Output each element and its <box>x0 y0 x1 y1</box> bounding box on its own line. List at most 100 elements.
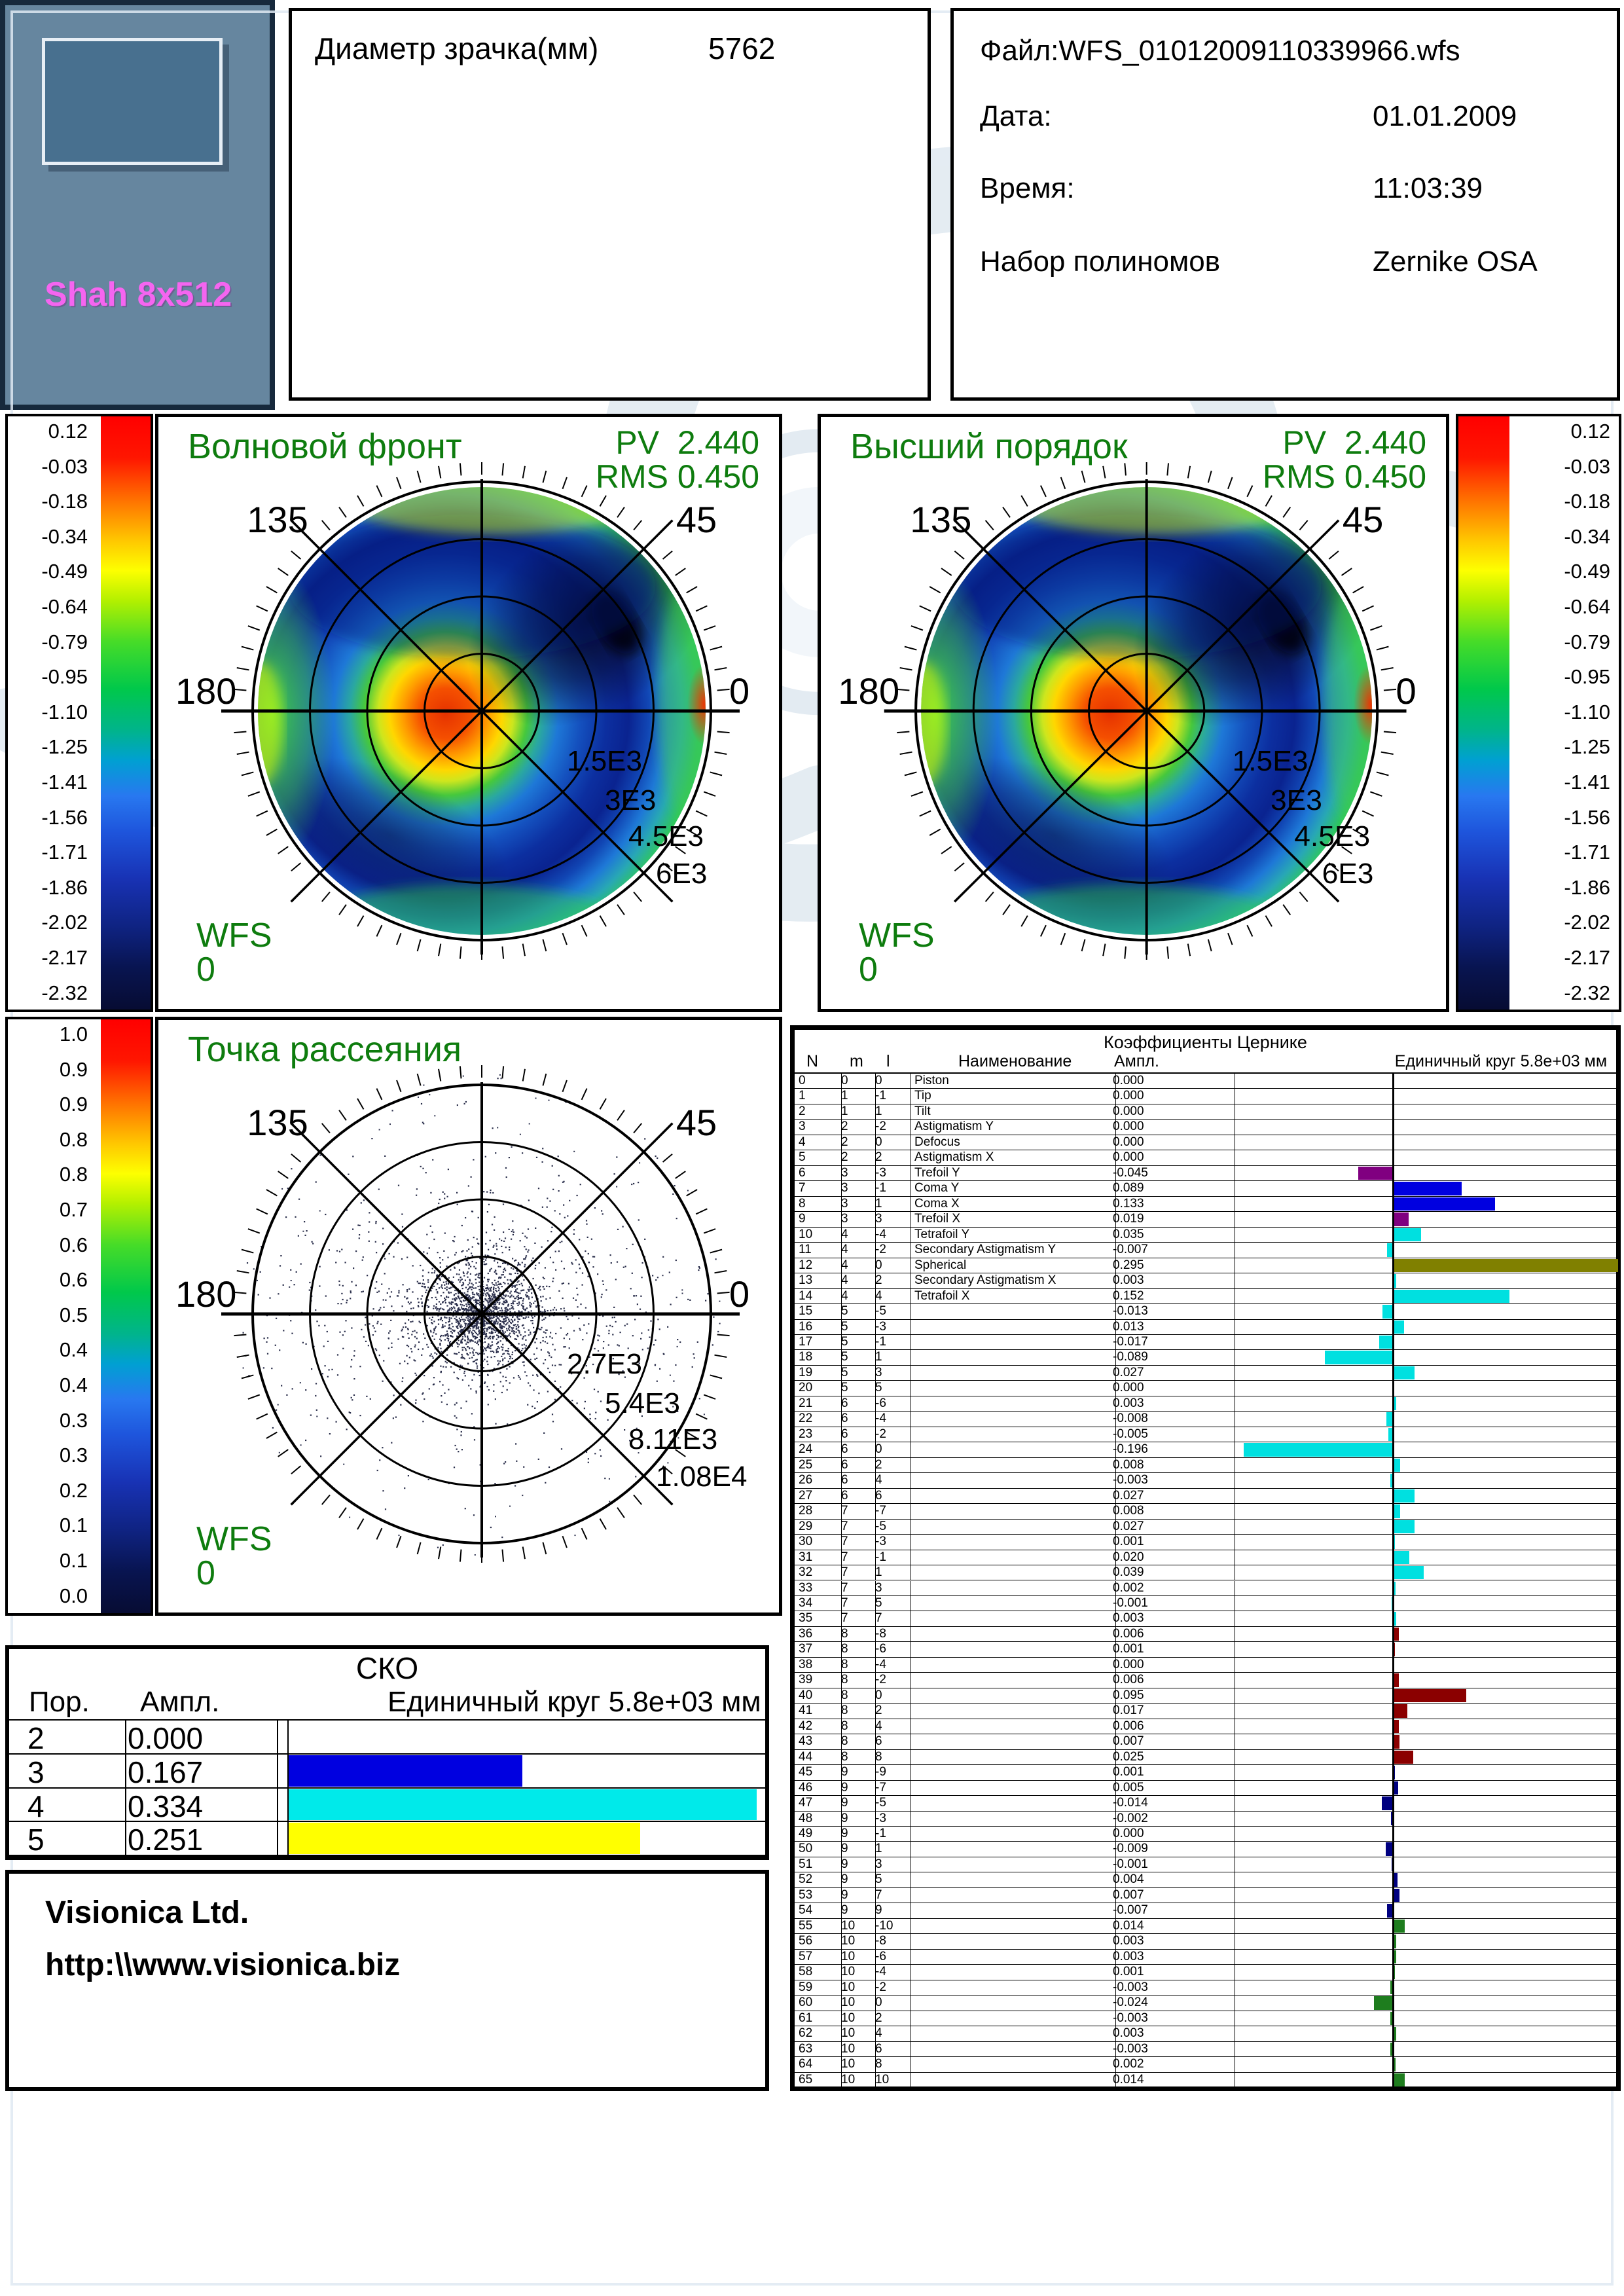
scatter-dot <box>520 1334 521 1336</box>
company-panel: Visionica Ltd. http:\\www.visionica.biz <box>5 1870 769 2091</box>
colorbar-tick-label: 0.1 <box>14 1514 88 1537</box>
scatter-dot <box>432 1268 433 1269</box>
zernike-cell-n: 3 <box>795 1120 842 1135</box>
scatter-dot <box>487 1357 488 1358</box>
colorbar-tick-label: -2.17 <box>14 947 88 969</box>
scatter-dot <box>371 1138 372 1139</box>
scatter-dot <box>431 1272 433 1273</box>
scatter-dot <box>490 1290 492 1292</box>
zernike-bar <box>1394 1889 1399 1902</box>
scatter-dot <box>441 1286 442 1288</box>
scatter-dot <box>496 1351 497 1353</box>
scatter-dot <box>492 1282 493 1283</box>
scatter-dot <box>452 1302 454 1303</box>
scatter-dot <box>458 1293 459 1294</box>
tick <box>1247 486 1252 497</box>
zernike-cell-n: 11 <box>795 1243 842 1258</box>
scatter-dot <box>550 1357 552 1358</box>
green-bottom-rim <box>312 884 619 963</box>
scatter-dot <box>612 1317 613 1318</box>
zernike-cell-n: 24 <box>795 1442 842 1457</box>
scatter-dot <box>420 1298 422 1300</box>
scatter-dot <box>536 1374 537 1376</box>
scatter-dot <box>529 1305 530 1306</box>
scatter-dot <box>579 1264 580 1265</box>
higher-order-plot-panel: 1354518001.5E33E34.5E36E3 Высший порядок… <box>818 414 1449 1012</box>
scatter-dot <box>677 1346 678 1347</box>
scatter-dot <box>457 1343 458 1345</box>
zernike-cell-l: 8 <box>871 2057 911 2072</box>
scatter-dot <box>449 1303 450 1304</box>
scatter-dot <box>281 1188 283 1190</box>
scatter-dot <box>432 1336 433 1337</box>
scatter-dot <box>447 1196 448 1197</box>
scatter-dot <box>503 1269 505 1270</box>
scatter-dot <box>402 1377 403 1379</box>
tick <box>1384 689 1396 691</box>
scatter-dot <box>473 1349 475 1351</box>
scatter-dot <box>485 1243 486 1245</box>
zernike-cell-l: -10 <box>871 1919 911 1934</box>
zernike-bar-cell <box>1392 1504 1616 1519</box>
scatter-dot <box>513 1268 514 1269</box>
scatter-dot <box>461 1317 462 1318</box>
scatter-dot <box>538 1459 539 1460</box>
scatter-dot <box>577 1294 578 1295</box>
zernike-cell-gap <box>1229 1903 1393 1918</box>
scatter-dot <box>382 1447 383 1448</box>
scatter-dot <box>348 1174 349 1175</box>
scatter-dot <box>408 1302 409 1303</box>
scatter-dot <box>655 1156 657 1157</box>
zernike-cell-ampl: 0.027 <box>1108 1520 1235 1535</box>
scatter-dot <box>532 1322 533 1324</box>
scatter-dot <box>485 1334 486 1335</box>
tick <box>562 1080 566 1092</box>
scatter-dot <box>528 1334 530 1336</box>
scatter-dot <box>380 1307 381 1308</box>
scatter-dot <box>552 1338 553 1339</box>
scatter-dot <box>615 1321 617 1322</box>
scatter-dot <box>497 1262 498 1264</box>
scatter-dot <box>477 1334 478 1336</box>
zernike-cell-m: 8 <box>837 1673 876 1688</box>
scatter-dot <box>460 1280 461 1281</box>
zernike-bar <box>1386 1412 1392 1425</box>
scatter-dot <box>380 1324 382 1325</box>
scatter-dot <box>483 1258 484 1260</box>
scatter-dot <box>351 1281 352 1283</box>
scatter-dot <box>536 1347 537 1349</box>
scatter-dot <box>490 1287 491 1288</box>
scatter-dot <box>496 1349 497 1351</box>
tick <box>1315 535 1324 543</box>
scatter-dot <box>588 1323 589 1324</box>
scatter-dot <box>497 1323 498 1324</box>
scatter-dot <box>463 1373 465 1374</box>
scatter-dot <box>473 1514 475 1516</box>
tick <box>376 925 382 936</box>
scatter-dot <box>446 1338 448 1339</box>
scatter-dot <box>477 1359 478 1360</box>
scatter-dot <box>511 1273 512 1275</box>
scatter-dot <box>698 1269 699 1271</box>
scatter-dot <box>517 1336 518 1337</box>
scatter-dot <box>523 1279 524 1281</box>
scatter-dot <box>549 1372 550 1373</box>
scatter-dot <box>468 1262 469 1264</box>
scatter-dot <box>359 1415 361 1416</box>
zernike-cell-name <box>907 1427 1116 1442</box>
scatter-dot <box>550 1257 551 1258</box>
zernike-cell-ampl: 0.013 <box>1108 1320 1235 1335</box>
scatter-dot <box>486 1300 488 1301</box>
scatter-dot <box>495 1398 496 1400</box>
scatter-dot <box>525 1339 526 1341</box>
zernike-cell-l: 1 <box>871 1197 911 1212</box>
scatter-dot <box>471 1357 473 1358</box>
tick <box>710 772 722 775</box>
zernike-cell-m: 7 <box>837 1504 876 1519</box>
scatter-dot <box>563 1181 564 1182</box>
scatter-dot <box>519 1319 520 1320</box>
scatter-dot <box>438 1324 439 1325</box>
zernike-bar-cell <box>1392 1919 1616 1934</box>
scatter-dot <box>712 1344 713 1345</box>
scatter-dot <box>387 1292 388 1294</box>
